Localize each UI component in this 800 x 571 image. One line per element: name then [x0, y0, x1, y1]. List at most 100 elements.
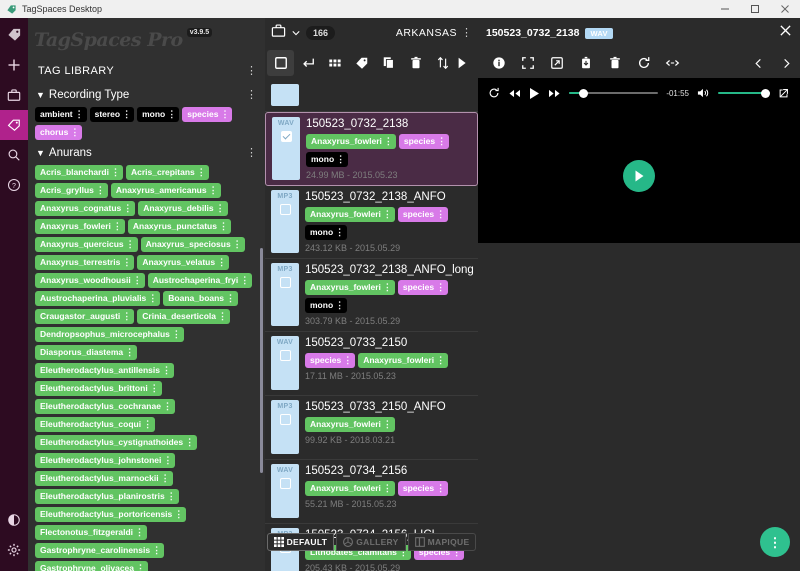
- more-vert-icon[interactable]: ⋮: [126, 238, 135, 251]
- sidebar-item-create[interactable]: [0, 50, 28, 80]
- more-vert-icon[interactable]: ⋮: [335, 299, 344, 312]
- more-vert-icon[interactable]: ⋮: [143, 418, 152, 431]
- tag-chip[interactable]: Anaxyrus_quercicus ⋮: [35, 237, 138, 252]
- chevron-down-icon[interactable]: ▼: [36, 148, 45, 158]
- loop-icon[interactable]: [488, 87, 500, 99]
- more-vert-icon[interactable]: ⋮: [233, 238, 242, 251]
- previous-file-chevron-left-icon[interactable]: [744, 50, 772, 76]
- code-icon[interactable]: [658, 50, 687, 76]
- maximize-button[interactable]: [740, 0, 770, 18]
- tag-chip[interactable]: mono ⋮: [305, 225, 348, 240]
- close-icon[interactable]: [779, 24, 792, 42]
- more-vert-icon[interactable]: ⋮: [383, 281, 392, 294]
- table-row[interactable]: WAV 150523_0733_2150 species ⋮ Anaxyrus_fowl…: [265, 332, 478, 396]
- row-checkbox[interactable]: [279, 478, 291, 489]
- chevron-down-icon[interactable]: [292, 24, 300, 42]
- view-mode-default[interactable]: DEFAULT: [266, 533, 335, 551]
- more-vert-icon[interactable]: ⋮: [163, 400, 172, 413]
- play-icon[interactable]: [529, 87, 540, 100]
- tag-chip[interactable]: Gastrophryne_olivacea ⋮: [35, 561, 149, 571]
- volume-slider[interactable]: [718, 87, 770, 99]
- more-vert-icon[interactable]: ⋮: [246, 147, 257, 159]
- more-vert-icon[interactable]: ⋮: [163, 454, 172, 467]
- view-mode-gallery[interactable]: GALLERY: [336, 533, 406, 551]
- more-vert-icon[interactable]: ⋮: [122, 256, 131, 269]
- tag-chip[interactable]: Anaxyrus_punctatus ⋮: [127, 219, 231, 234]
- more-vert-icon[interactable]: ⋮: [437, 135, 446, 148]
- tag-chip[interactable]: mono ⋮: [137, 107, 180, 122]
- navigate-back-enter-arrow-icon[interactable]: [294, 50, 321, 76]
- more-vert-icon[interactable]: ⋮: [216, 202, 225, 215]
- tag-group-header[interactable]: ▼ Anurans ⋮: [28, 142, 265, 164]
- more-vert-icon[interactable]: ⋮: [436, 208, 445, 221]
- tag-chip[interactable]: stereo ⋮: [89, 107, 135, 122]
- more-vert-icon[interactable]: ⋮: [75, 108, 84, 121]
- more-vert-icon[interactable]: ⋮: [217, 256, 226, 269]
- more-vert-icon[interactable]: ⋮: [111, 166, 120, 179]
- tag-chip[interactable]: Eleutherodactylus_coqui ⋮: [35, 417, 156, 432]
- minimize-button[interactable]: [710, 0, 740, 18]
- tag-chip[interactable]: Diasporus_diastema ⋮: [35, 345, 138, 360]
- row-checkbox[interactable]: [280, 131, 292, 142]
- volume-knob[interactable]: [761, 88, 770, 98]
- more-vert-icon[interactable]: ⋮: [226, 292, 235, 305]
- tag-chip[interactable]: Anaxyrus_woodhousii ⋮: [35, 273, 145, 288]
- tag-chip[interactable]: Eleutherodactylus_brittoni ⋮: [35, 381, 162, 396]
- row-checkbox[interactable]: [279, 414, 291, 425]
- more-vert-icon[interactable]: ⋮: [343, 354, 352, 367]
- more-vert-icon[interactable]: ⋮: [218, 310, 227, 323]
- tag-chip[interactable]: Eleutherodactylus_marnockii ⋮: [35, 471, 173, 486]
- tag-chip[interactable]: Flectonotus_fitzgeraldi ⋮: [35, 525, 148, 540]
- table-row[interactable]: WAV 150523_0734_2156 Anaxyrus_fowleri ⋮ spec…: [265, 460, 478, 524]
- more-vert-icon[interactable]: ⋮: [335, 226, 344, 239]
- tag-chip[interactable]: mono ⋮: [305, 298, 348, 313]
- more-vert-icon[interactable]: ⋮: [167, 490, 176, 503]
- tag-chip[interactable]: species ⋮: [397, 280, 449, 295]
- tag-chip[interactable]: Gastrophryne_carolinensis ⋮: [35, 543, 165, 558]
- more-vert-icon[interactable]: ⋮: [113, 220, 122, 233]
- more-vert-icon[interactable]: ⋮: [122, 108, 131, 121]
- more-options-icon[interactable]: [456, 50, 470, 76]
- list-item[interactable]: [265, 84, 478, 112]
- grid-view-icon[interactable]: [321, 50, 348, 76]
- tag-chip[interactable]: Eleutherodactylus_cystignathoides ⋮: [35, 435, 198, 450]
- fullscreen-icon[interactable]: [513, 50, 542, 76]
- tag-chip[interactable]: Anaxyrus_fowleri ⋮: [306, 134, 396, 149]
- tag-chip[interactable]: Acris_blanchardi ⋮: [35, 165, 123, 180]
- more-vert-icon[interactable]: ⋮: [220, 108, 229, 121]
- reload-icon[interactable]: [629, 50, 658, 76]
- fast-forward-icon[interactable]: [548, 88, 561, 99]
- table-row[interactable]: MP3 150523_0732_2138_ANFO_long Anaxyrus_fo…: [265, 259, 478, 332]
- more-vert-icon[interactable]: ⋮: [383, 482, 392, 495]
- table-row[interactable]: MP3 150523_0732_2138_ANFO Anaxyrus_fowleri…: [265, 186, 478, 259]
- more-vert-icon[interactable]: ⋮: [436, 354, 445, 367]
- tag-chip[interactable]: Anaxyrus_fowleri ⋮: [358, 353, 449, 368]
- more-vert-icon[interactable]: ⋮: [336, 153, 345, 166]
- tag-chip[interactable]: chorus ⋮: [35, 125, 83, 140]
- more-vert-icon[interactable]: ⋮: [246, 89, 257, 101]
- progress-knob[interactable]: [578, 88, 588, 98]
- chevron-down-icon[interactable]: ▼: [36, 90, 45, 100]
- tag-chip[interactable]: Boana_boans ⋮: [163, 291, 239, 306]
- more-vert-icon[interactable]: ⋮: [461, 27, 472, 39]
- more-vert-icon[interactable]: ⋮: [150, 382, 159, 395]
- more-vert-icon[interactable]: ⋮: [152, 544, 161, 557]
- more-vert-icon[interactable]: ⋮: [96, 184, 105, 197]
- more-vert-icon[interactable]: ⋮: [209, 184, 218, 197]
- sidebar-item-help[interactable]: ?: [0, 170, 28, 200]
- more-vert-icon[interactable]: ⋮: [133, 274, 142, 287]
- tag-chip[interactable]: Austrochaperina_pluvialis ⋮: [35, 291, 161, 306]
- row-checkbox[interactable]: [279, 204, 291, 215]
- tag-chip[interactable]: ambient ⋮: [35, 107, 87, 122]
- tag-chip[interactable]: species ⋮: [182, 107, 233, 122]
- tag-chip[interactable]: Eleutherodactylus_antillensis ⋮: [35, 363, 174, 378]
- sort-icon[interactable]: [429, 50, 456, 76]
- tag-chip[interactable]: Anaxyrus_fowleri ⋮: [305, 481, 395, 496]
- theme-toggle-contrast-icon[interactable]: [0, 505, 28, 535]
- more-vert-icon[interactable]: ⋮: [125, 346, 134, 359]
- more-vert-icon[interactable]: ⋮: [384, 135, 393, 148]
- next-file-chevron-right-icon[interactable]: [772, 50, 800, 76]
- tag-files-icon[interactable]: [348, 50, 375, 76]
- tag-chip[interactable]: Anaxyrus_cognatus ⋮: [35, 201, 136, 216]
- trash-icon[interactable]: [600, 50, 629, 76]
